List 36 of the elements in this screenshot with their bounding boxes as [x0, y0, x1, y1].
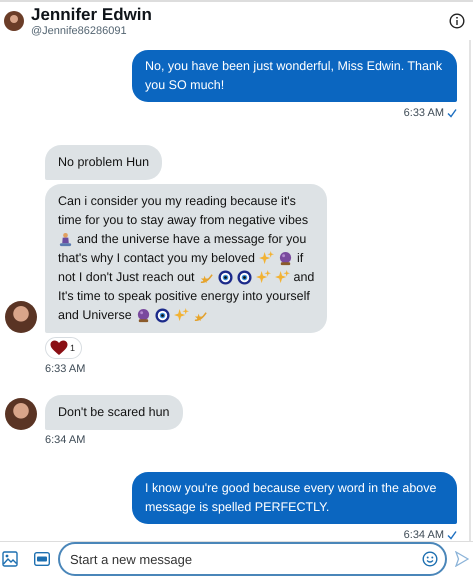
message-text: time for you to stay away from negative vibes	[58, 212, 308, 229]
nazar-icon	[236, 270, 252, 285]
nazar-icon	[154, 308, 170, 323]
message-time: 6:33 AM	[404, 107, 444, 119]
message-text: if	[296, 250, 304, 267]
message-time: 6:34 AM	[404, 529, 444, 541]
message-time: 6:33 AM	[45, 363, 86, 375]
contact-handle: @Jennife86286091	[31, 25, 128, 37]
sparkles-icon	[258, 251, 274, 266]
message-text: No problem Hun	[58, 154, 150, 171]
image-icon[interactable]	[2, 551, 18, 567]
message-input-field[interactable]: Start a new message	[58, 542, 447, 576]
message-text: and Universe	[58, 307, 132, 324]
heart-reaction[interactable]: 1	[45, 337, 82, 359]
info-icon[interactable]	[449, 13, 465, 29]
meditating-person-icon	[58, 232, 73, 247]
message-text: and the universe have a message for you	[77, 231, 306, 248]
contact-name: Jennifer Edwin	[31, 5, 153, 25]
message-text: It's time to speak positive energy into yourself	[58, 288, 310, 305]
gif-icon[interactable]	[34, 552, 50, 566]
crystal-ball-icon	[136, 308, 151, 323]
message-text: and	[294, 269, 314, 286]
crystal-ball-icon	[278, 251, 293, 266]
sparkles-icon	[274, 270, 290, 285]
sent-message: I know you're good because every word in the above message is spelled PERFECTLY.	[132, 472, 457, 524]
message-text: not I don't Just reach out	[58, 269, 194, 286]
message-text: Can i consider you my reading because it's	[58, 193, 296, 210]
heart-icon	[50, 340, 68, 356]
sparkles-icon	[256, 270, 270, 285]
nazar-icon	[218, 270, 232, 285]
message-text: Don't be scared hun	[58, 404, 170, 421]
emoji-icon[interactable]	[422, 551, 438, 567]
sent-message: No, you have been just wonderful, Miss Edwin. Thank you SO much!	[132, 50, 457, 102]
sparkles-icon	[174, 308, 189, 323]
message-time: 6:34 AM	[45, 434, 86, 446]
message-text: that's why I contact you my beloved	[58, 250, 255, 267]
